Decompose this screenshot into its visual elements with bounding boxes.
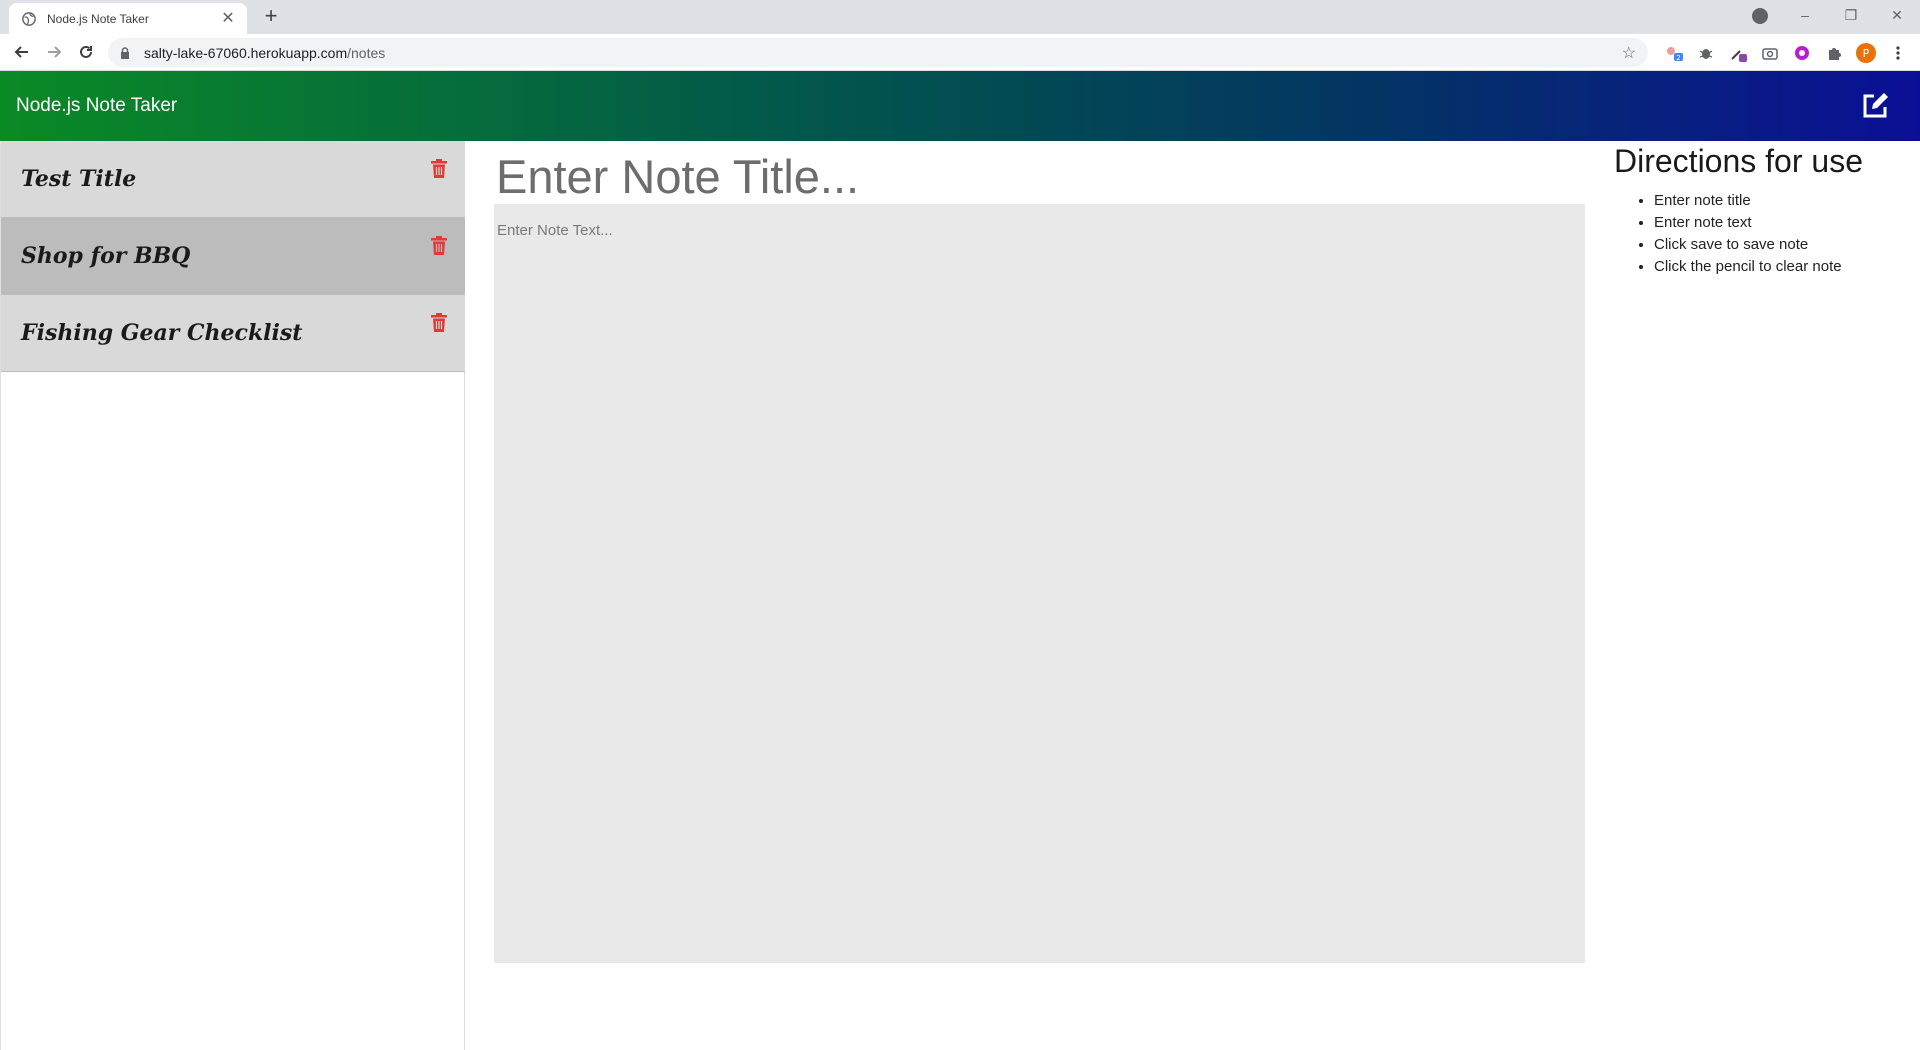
direction-step: Click the pencil to clear note [1654,256,1914,278]
trash-icon[interactable] [431,313,447,332]
note-item-shop-for-bbq[interactable]: Shop for BBQ [1,218,465,295]
address-bar[interactable]: salty-lake-67060.herokuapp.com /notes ☆ [108,38,1648,67]
restore-button[interactable]: ❐ [1828,7,1874,24]
back-arrow-icon[interactable] [10,40,34,64]
camera-extension-icon[interactable] [1760,43,1780,63]
trash-icon[interactable] [431,159,447,178]
direction-step: Enter note title [1654,190,1914,212]
svg-text:2: 2 [1676,54,1680,61]
svg-text:P: P [1863,47,1870,60]
browser-tab[interactable]: Node.js Note Taker ✕ [9,3,247,34]
window-close-button[interactable]: ✕ [1874,7,1920,24]
note-item-test-title[interactable]: Test Title [1,141,465,218]
note-text-input[interactable] [494,204,1585,963]
puzzle-extensions-icon[interactable] [1824,43,1844,63]
forward-arrow-icon[interactable] [42,40,66,64]
kebab-menu-icon[interactable] [1888,43,1908,63]
note-item-title: Shop for BBQ [21,243,191,269]
app-header: Node.js Note Taker [0,71,1920,141]
bookmark-star-icon[interactable]: ☆ [1622,43,1636,63]
note-item-fishing-gear-checklist[interactable]: Fishing Gear Checklist [1,295,465,372]
directions-heading: Directions for use [1614,143,1863,179]
tab-search-icon[interactable] [1752,8,1768,24]
eyedropper-extension-icon[interactable] [1728,43,1748,63]
app-brand[interactable]: Node.js Note Taker [16,95,177,117]
extension-icon-badge[interactable]: 2 [1664,43,1684,63]
lock-icon [120,46,134,60]
note-item-title: Fishing Gear Checklist [21,320,303,346]
directions-list: Enter note title Enter note text Click s… [1614,190,1914,278]
note-item-title: Test Title [21,166,137,192]
new-note-pencil-icon[interactable] [1862,91,1892,121]
purple-extension-icon[interactable] [1792,43,1812,63]
minimize-button[interactable]: – [1782,7,1828,23]
url-host: salty-lake-67060.herokuapp.com [144,44,348,61]
profile-avatar[interactable]: P [1856,43,1876,63]
window-controls: – ❐ ✕ [1782,0,1920,30]
tab-title: Node.js Note Taker [47,11,149,26]
note-list: Test Title Shop for BBQ Fishing Gear Che… [0,141,465,1050]
reload-icon[interactable] [74,40,98,64]
browser-toolbar: salty-lake-67060.herokuapp.com /notes ☆ … [0,34,1920,71]
url-path: /notes [347,44,386,61]
note-title-input[interactable] [494,148,1584,204]
directions-panel: Directions for use Enter note title Ente… [1614,141,1914,278]
direction-step: Click save to save note [1654,234,1914,256]
trash-icon[interactable] [431,236,447,255]
new-tab-button[interactable]: + [260,5,282,28]
globe-icon [21,11,37,27]
tab-close-icon[interactable]: ✕ [219,10,237,27]
direction-step: Enter note text [1654,212,1914,234]
bug-extension-icon[interactable] [1696,43,1716,63]
browser-tabstrip: Node.js Note Taker ✕ + – ❐ ✕ [0,0,1920,34]
